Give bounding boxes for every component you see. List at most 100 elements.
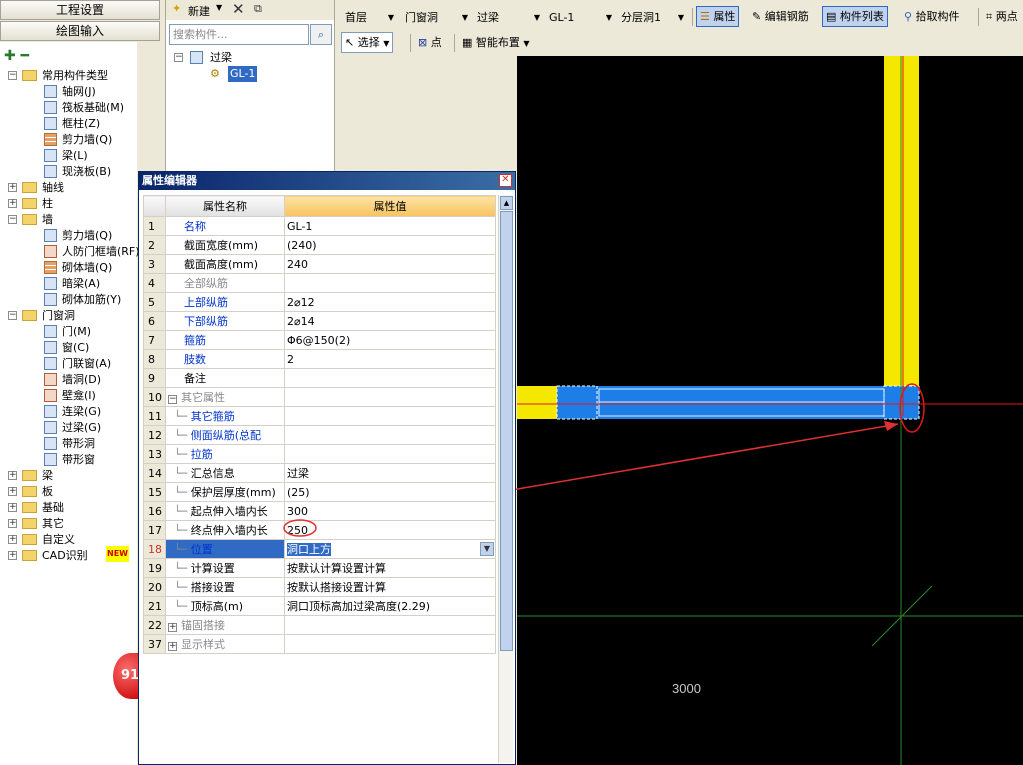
property-value-text: 2⌀14 [287, 314, 315, 328]
row-number: 4 [143, 273, 166, 293]
property-value[interactable] [284, 387, 496, 407]
property-row[interactable]: 20 └─ 搭接设置 按默认搭接设置计算 [143, 577, 496, 597]
collapse-icon[interactable]: − [8, 71, 17, 80]
property-value[interactable]: 洞口顶标高加过梁高度(2.29) [284, 596, 496, 616]
search-input[interactable]: 搜索构件... [169, 24, 309, 45]
property-value[interactable]: 按默认搭接设置计算 [284, 577, 496, 597]
property-value[interactable] [284, 615, 496, 635]
property-value[interactable]: 2⌀12 [284, 292, 496, 312]
component-list-button[interactable]: ▤ 构件列表 [822, 6, 888, 27]
property-row[interactable]: 13 └─ 拉筋 [143, 444, 496, 464]
property-value[interactable]: GL-1 [284, 216, 496, 236]
property-row[interactable]: 18 └─ 位置 洞口上方 ▼ [143, 539, 496, 559]
property-row[interactable]: 8 肢数 2 [143, 349, 496, 369]
property-row[interactable]: 19 └─ 计算设置 按默认计算设置计算 [143, 558, 496, 578]
property-value[interactable]: (25) [284, 482, 496, 502]
property-row[interactable]: 4 全部纵筋 [143, 273, 496, 293]
wall-horizontal[interactable] [517, 386, 557, 419]
property-row[interactable]: 12 └─ 侧面纵筋(总配 [143, 425, 496, 445]
property-value[interactable]: 240 [284, 254, 496, 274]
layer-select[interactable]: 分层洞1 ▼ [616, 7, 688, 27]
property-row[interactable]: 37 + 显示样式 [143, 634, 496, 654]
property-value[interactable]: 洞口上方 ▼ [284, 539, 496, 559]
property-name: + 显示样式 [165, 634, 285, 654]
expand-icon[interactable]: + [8, 183, 17, 192]
property-value[interactable]: 按默认计算设置计算 [284, 558, 496, 578]
property-row[interactable]: 7 箍筋 Φ6@150(2) [143, 330, 496, 350]
property-value[interactable]: 2 [284, 349, 496, 369]
property-value[interactable] [284, 273, 496, 293]
property-name: 下部纵筋 [165, 311, 285, 331]
property-row[interactable]: 16 └─ 起点伸入墙内长 300 [143, 501, 496, 521]
collapse-icon[interactable]: − [8, 311, 17, 320]
property-value[interactable] [284, 406, 496, 426]
category-select[interactable]: 门窗洞 ▼ [400, 7, 472, 27]
property-value[interactable]: Φ6@150(2) [284, 330, 496, 350]
property-row[interactable]: 15 └─ 保护层厚度(mm) (25) [143, 482, 496, 502]
tree-node-label: 轴线 [42, 181, 64, 194]
property-row[interactable]: 17 └─ 终点伸入墙内长 250 [143, 520, 496, 540]
property-row[interactable]: 21 └─ 顶标高(m) 洞口顶标高加过梁高度(2.29) [143, 596, 496, 616]
property-row[interactable]: 6 下部纵筋 2⌀14 [143, 311, 496, 331]
expand-icon[interactable]: + [8, 503, 17, 512]
property-value[interactable]: 过梁 [284, 463, 496, 483]
property-name: 全部纵筋 [165, 273, 285, 293]
close-icon[interactable]: ✕ [499, 174, 512, 187]
property-value[interactable]: 2⌀14 [284, 311, 496, 331]
property-row[interactable]: 2 截面宽度(mm) (240) [143, 235, 496, 255]
collapse-icon[interactable]: − [8, 215, 17, 224]
scroll-thumb[interactable] [500, 211, 513, 651]
expand-icon[interactable]: + [8, 535, 17, 544]
component-icon [44, 85, 57, 98]
property-name: └─ 侧面纵筋(总配 [165, 425, 285, 445]
tree-line: └─ [174, 486, 191, 499]
property-scrollbar[interactable]: ▲ [498, 195, 513, 763]
expand-icon[interactable]: + [8, 199, 17, 208]
property-editor-title[interactable]: 属性编辑器 [139, 172, 515, 190]
two-points-button[interactable]: ⌗ 两点 [982, 6, 1022, 27]
drawing-canvas[interactable]: 3000 [517, 56, 1023, 765]
smart-layout-button[interactable]: ▦ 智能布置 ▼ [458, 32, 534, 53]
expand-icon[interactable]: + [8, 487, 17, 496]
floor-select[interactable]: 首层 ▼ [340, 7, 398, 27]
property-row[interactable]: 22 + 锚固搭接 [143, 615, 496, 635]
property-row[interactable]: 14 └─ 汇总信息 过梁 [143, 463, 496, 483]
pick-component-button[interactable]: ⚲ 拾取构件 [900, 6, 964, 27]
chevron-down-icon[interactable]: ▼ [480, 542, 494, 556]
search-icon[interactable]: ⌕ [310, 24, 332, 45]
expand-icon[interactable]: + [168, 623, 177, 632]
property-row[interactable]: 3 截面高度(mm) 240 [143, 254, 496, 274]
copy-icon[interactable]: ⧉ [254, 2, 262, 16]
edit-rebar-button[interactable]: ✎ 编辑钢筋 [748, 6, 813, 27]
new-button[interactable]: 新建 [188, 3, 210, 19]
scroll-up-icon[interactable]: ▲ [500, 196, 513, 210]
property-row[interactable]: 5 上部纵筋 2⌀12 [143, 292, 496, 312]
expand-icon[interactable]: + [168, 642, 177, 651]
property-value[interactable] [284, 368, 496, 388]
property-row[interactable]: 9 备注 [143, 368, 496, 388]
canvas-drawing: 3000 [517, 56, 1023, 765]
property-row[interactable]: 10− 其它属性 [143, 387, 496, 407]
collapse-icon[interactable]: − [174, 53, 183, 62]
type-select[interactable]: 过梁 ▼ [472, 7, 544, 27]
property-button[interactable]: ☰ 属性 [696, 6, 740, 27]
component-select[interactable]: GL-1 ▼ [544, 7, 616, 27]
expand-icon[interactable]: + [8, 471, 17, 480]
lintel-icon [190, 51, 203, 64]
select-button[interactable]: ↖ 选择 ▼ [341, 32, 394, 53]
drawing-input-button[interactable]: 绘图输入 [0, 21, 160, 41]
project-settings-button[interactable]: 工程设置 [0, 0, 160, 20]
property-row[interactable]: 11 └─ 其它箍筋 [143, 406, 496, 426]
property-value[interactable] [284, 634, 496, 654]
expand-icon[interactable]: + [8, 551, 17, 560]
property-value[interactable] [284, 425, 496, 445]
expand-collapse-tools[interactable]: ✚ ━ [4, 48, 29, 64]
delete-icon[interactable]: ✕ [232, 0, 245, 18]
property-row[interactable]: 1 名称 GL-1 [143, 216, 496, 236]
dropdown-arrow-icon[interactable]: ▼ [216, 3, 222, 12]
collapse-icon[interactable]: − [168, 395, 177, 404]
point-button[interactable]: ⊠ 点 [414, 32, 446, 53]
property-value[interactable]: (240) [284, 235, 496, 255]
expand-icon[interactable]: + [8, 519, 17, 528]
property-value[interactable] [284, 444, 496, 464]
